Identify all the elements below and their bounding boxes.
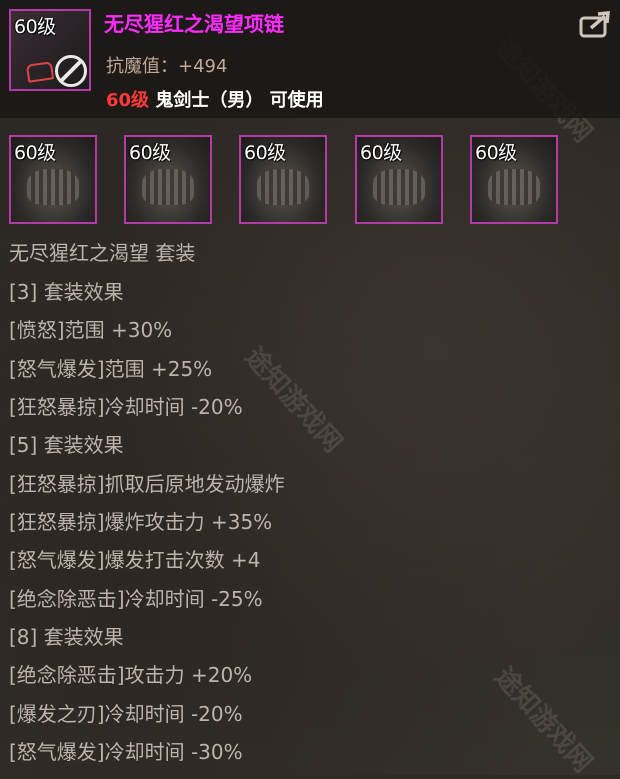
- set-piece-level: 60级: [475, 142, 517, 164]
- no-entry-icon: [55, 55, 87, 87]
- set-piece-level: 60级: [14, 142, 56, 164]
- set-effect-line: [怒气爆发]范围 +25%: [9, 357, 213, 381]
- set-piece-slot[interactable]: 60级: [470, 135, 558, 224]
- set-effect-line: [怒气爆发]冷却时间 -30%: [9, 740, 243, 764]
- set-effect-line: [爆发之刃]冷却时间 -20%: [9, 702, 243, 726]
- set-piece-slot[interactable]: 60级: [9, 135, 97, 224]
- armor-piece-icon: [373, 169, 425, 205]
- armor-piece-icon: [488, 169, 540, 205]
- set-effect-line: [5] 套装效果: [9, 433, 124, 457]
- set-effect-line: [狂怒暴掠]冷却时间 -20%: [9, 395, 243, 419]
- armor-piece-icon: [257, 169, 309, 205]
- item-stat: 抗魔值：+494: [106, 56, 228, 77]
- set-effect-line: [绝念除恶击]冷却时间 -25%: [9, 587, 263, 611]
- set-effect-line: [3] 套装效果: [9, 280, 124, 304]
- item-requirement: 60级 鬼剑士（男） 可使用: [106, 86, 324, 112]
- required-level: 60级: [106, 90, 150, 111]
- set-piece-slot[interactable]: 60级: [355, 135, 443, 224]
- set-piece-slot[interactable]: 60级: [239, 135, 327, 224]
- item-level-badge: 60级: [14, 16, 56, 38]
- set-effect-line: [8] 套装效果: [9, 625, 124, 649]
- set-piece-level: 60级: [244, 142, 286, 164]
- set-effect-line: [绝念除恶击]攻击力 +20%: [9, 663, 253, 687]
- share-icon[interactable]: [579, 10, 613, 38]
- set-effect-line: [狂怒暴掠]爆炸攻击力 +35%: [9, 510, 273, 534]
- set-title: 无尽猩红之渴望 套装: [9, 241, 196, 265]
- set-effect-line: [愤怒]范围 +30%: [9, 318, 173, 342]
- set-piece-level: 60级: [129, 142, 171, 164]
- necklace-icon: [25, 61, 55, 83]
- set-piece-level: 60级: [360, 142, 402, 164]
- armor-piece-icon: [27, 169, 79, 205]
- required-class: 鬼剑士（男） 可使用: [149, 90, 324, 111]
- item-header: 60级 无尽猩红之渴望项链 抗魔值：+494 60级 鬼剑士（男） 可使用: [0, 0, 620, 118]
- item-name: 无尽猩红之渴望项链: [104, 12, 284, 36]
- armor-piece-icon: [142, 169, 194, 205]
- set-effect-line: [怒气爆发]爆发打击次数 +4: [9, 548, 261, 572]
- set-effect-line: [狂怒暴掠]抓取后原地发动爆炸: [9, 472, 285, 496]
- item-icon[interactable]: 60级: [9, 9, 91, 91]
- set-piece-slot[interactable]: 60级: [124, 135, 212, 224]
